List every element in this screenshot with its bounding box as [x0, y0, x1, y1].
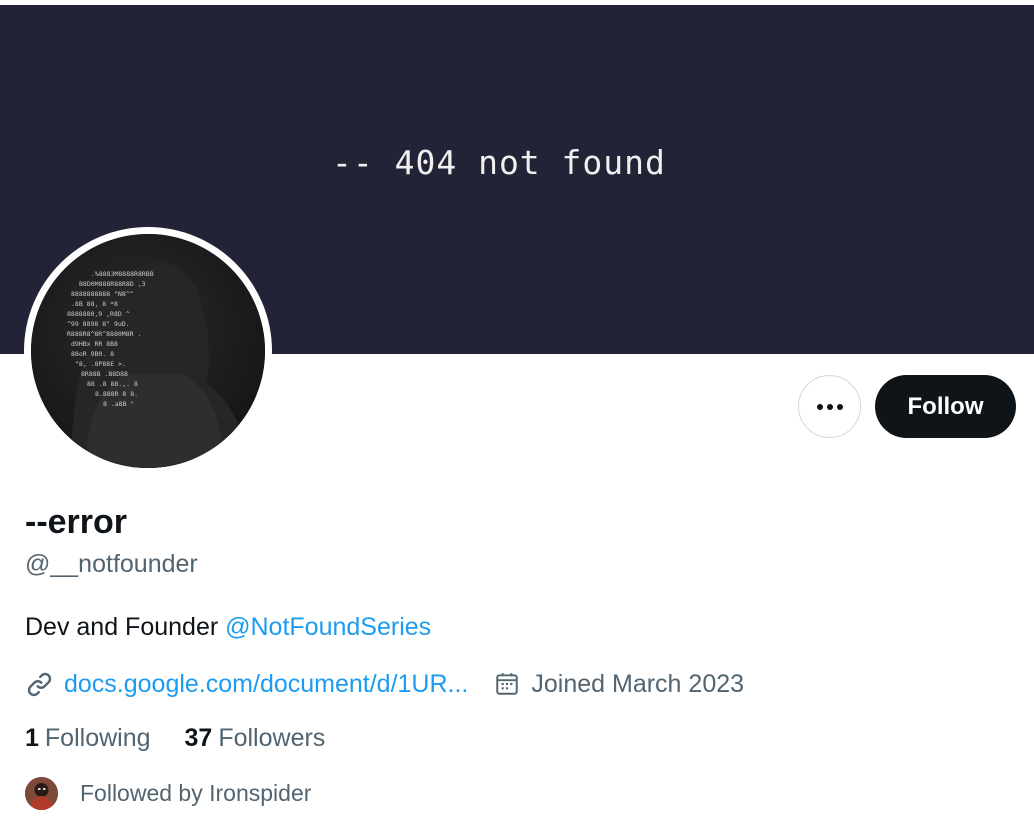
followed-by[interactable]: Followed by Ironspider	[25, 777, 311, 810]
display-name: --error	[25, 503, 128, 541]
joined-date: Joined March 2023	[531, 669, 745, 698]
followers-count: 37	[184, 724, 213, 752]
svg-text:R888R8^8R^8880M8R .: R888R8^8R^8880M8R .	[67, 330, 141, 338]
followers-label: Followers	[218, 724, 326, 752]
link-icon	[27, 672, 52, 696]
profile-avatar[interactable]: .%8883M8888R8RBB B8D0M888R88R8D ,3 88888…	[31, 234, 265, 468]
svg-text:.8B 88, 8 *8: .8B 88, 8 *8	[71, 300, 118, 308]
bio-mention-link[interactable]: @NotFoundSeries	[225, 613, 431, 641]
bio-text: Dev and Founder	[25, 613, 226, 641]
following-count: 1	[25, 724, 39, 752]
svg-text:8888888888 "N8^^: 8888888888 "N8^^	[71, 290, 134, 298]
svg-text:88oR 9B0. 8: 88oR 9B0. 8	[71, 350, 114, 358]
svg-text:8R88B .B8D88: 8R88B .B8D88	[81, 370, 128, 378]
svg-text:8 .a8B ": 8 .a8B "	[103, 400, 134, 408]
svg-text:88 .8 88.,. 8: 88 .8 88.,. 8	[87, 380, 138, 388]
followers-stat[interactable]: 37 Followers	[185, 724, 326, 753]
follow-stats: 1 Following 37 Followers	[25, 724, 325, 753]
svg-text:"8, .8P88E >.: "8, .8P88E >.	[75, 360, 126, 368]
follow-button[interactable]: Follow	[875, 375, 1016, 438]
follower-avatar	[25, 777, 58, 810]
more-horizontal-icon	[816, 403, 843, 410]
banner-text: -- 404 not found	[332, 143, 666, 182]
svg-text:8.888R 8 8.: 8.888R 8 8.	[95, 390, 138, 398]
profile-meta: docs.google.com/document/d/1UR... Joined…	[25, 668, 744, 700]
profile-handle: @__notfounder	[25, 550, 198, 578]
svg-text:d9HBx RR 8B8: d9HBx RR 8B8	[71, 340, 118, 348]
followed-by-text: Followed by Ironspider	[80, 780, 312, 806]
more-options-button[interactable]	[798, 375, 861, 438]
profile-avatar-ring[interactable]: .%8883M8888R8RBB B8D0M888R88R8D ,3 88888…	[24, 227, 272, 475]
svg-text:.%8883M8888R8RBB: .%8883M8888R8RBB	[91, 270, 154, 278]
profile-bio: Dev and Founder @NotFoundSeries	[25, 613, 431, 642]
profile-website-link[interactable]: docs.google.com/document/d/1UR...	[64, 670, 468, 699]
following-label: Following	[44, 724, 151, 752]
svg-text:^99 8898 8" 9uD.: ^99 8898 8" 9uD.	[67, 320, 130, 328]
svg-text:B8D0M888R88R8D ,3: B8D0M888R88R8D ,3	[79, 280, 146, 288]
calendar-icon	[494, 671, 520, 697]
svg-text:8888880,9 ,R8D ^: 8888880,9 ,R8D ^	[67, 310, 130, 318]
following-stat[interactable]: 1 Following	[25, 724, 151, 753]
